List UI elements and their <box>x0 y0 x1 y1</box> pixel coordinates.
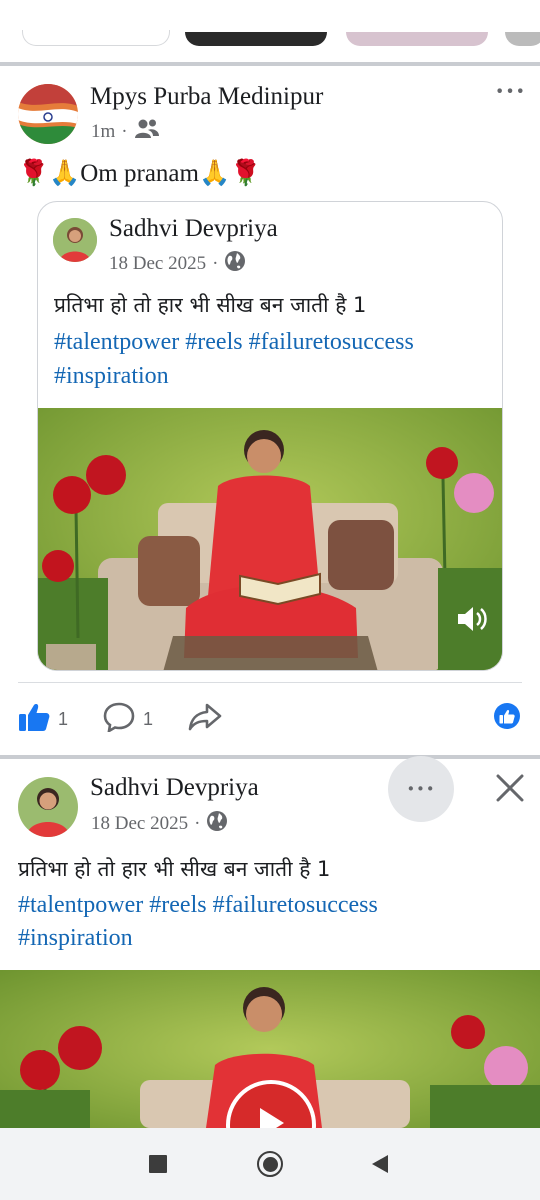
volume-icon[interactable] <box>455 604 489 639</box>
video-thumbnail[interactable] <box>38 408 502 670</box>
more-options-icon[interactable]: ··· <box>495 76 526 108</box>
shared-author-avatar[interactable] <box>53 218 97 262</box>
author-name[interactable]: Mpys Purba Medinipur <box>90 83 323 111</box>
post-hashtags[interactable]: #talentpower #reels #failuretosuccess <box>18 889 378 922</box>
globe-icon <box>224 250 246 278</box>
story-chip[interactable] <box>346 32 488 46</box>
shared-post-date[interactable]: 18 Dec 2025 <box>109 253 206 275</box>
author-avatar[interactable] <box>18 777 78 837</box>
like-count: 1 <box>58 709 69 729</box>
recent-apps-icon[interactable] <box>149 1155 167 1173</box>
play-icon <box>256 1106 286 1128</box>
post-meta: 1m · <box>91 118 160 146</box>
share-button[interactable] <box>188 702 222 737</box>
post-time[interactable]: 1m <box>91 121 115 143</box>
author-avatar[interactable] <box>18 84 78 144</box>
post-date[interactable]: 18 Dec 2025 <box>91 813 188 835</box>
comment-icon <box>103 702 135 737</box>
video-thumbnail[interactable] <box>0 970 540 1128</box>
friends-icon <box>134 118 160 146</box>
system-nav-bar <box>0 1128 540 1200</box>
home-icon-dot <box>262 1156 278 1172</box>
shared-hashtags[interactable]: #talentpower #reels #failuretosuccess <box>54 326 414 359</box>
post-meta: 18 Dec 2025 · <box>91 810 228 838</box>
home-icon[interactable] <box>257 1151 283 1177</box>
shared-post-text: प्रतिभा हो तो हार भी सीख बन जाती है 1 <box>54 293 367 317</box>
like-button[interactable]: 1 <box>18 702 68 737</box>
shared-author-name[interactable]: Sadhvi Devpriya <box>109 215 278 243</box>
meta-dot: · <box>121 121 128 142</box>
meta-dot: · <box>194 813 201 834</box>
back-icon[interactable] <box>370 1154 390 1179</box>
more-options-icon: ··· <box>406 774 436 803</box>
story-chip[interactable] <box>505 32 540 46</box>
stories-strip <box>0 0 540 62</box>
feed-divider <box>0 62 540 66</box>
comment-count: 1 <box>143 709 154 729</box>
story-chip[interactable] <box>185 32 327 46</box>
author-name[interactable]: Sadhvi Devpriya <box>90 774 259 802</box>
post-hashtags[interactable]: #inspiration <box>18 922 133 955</box>
shared-post-meta: 18 Dec 2025 · <box>109 250 246 278</box>
globe-icon <box>206 810 228 838</box>
share-icon <box>188 702 222 737</box>
meta-dot: · <box>212 253 219 274</box>
shared-hashtags[interactable]: #inspiration <box>54 360 169 393</box>
feed-divider <box>0 755 540 759</box>
shared-post-card[interactable]: Sadhvi Devpriya 18 Dec 2025 · प्रतिभा हो… <box>37 201 503 671</box>
post-text: प्रतिभा हो तो हार भी सीख बन जाती है 1 <box>18 857 331 881</box>
close-icon[interactable] <box>494 772 526 809</box>
actions-divider <box>18 682 522 683</box>
story-chip[interactable] <box>22 30 170 46</box>
like-icon <box>18 702 50 737</box>
reaction-like-badge-icon[interactable] <box>494 703 520 729</box>
comment-button[interactable]: 1 <box>103 702 153 737</box>
more-options-button[interactable]: ··· <box>388 756 454 822</box>
post-text: 🌹🙏Om pranam🙏🌹 <box>18 160 262 187</box>
